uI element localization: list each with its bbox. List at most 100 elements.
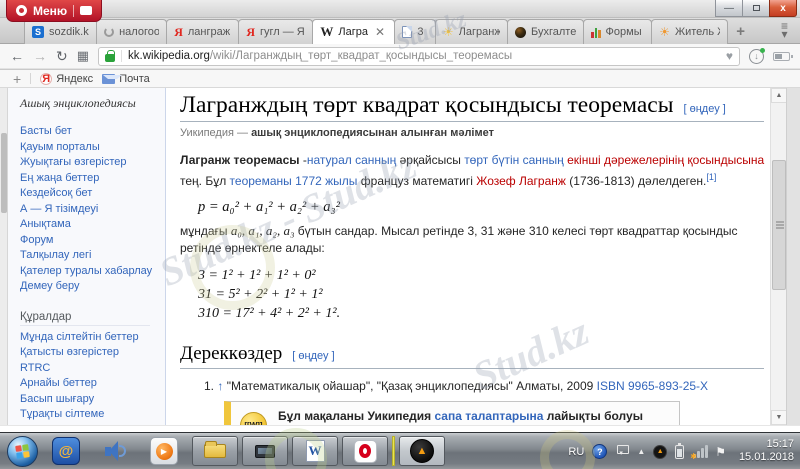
left-scroll-strip[interactable] <box>0 88 8 425</box>
forward-button[interactable]: → <box>33 49 47 63</box>
tab-zhitel[interactable]: ☀ Житель Ж <box>651 19 728 44</box>
add-bookmark-button[interactable]: + <box>13 71 21 87</box>
windows-logo-icon <box>15 444 30 459</box>
sidebar-nav-link[interactable]: А — Я тізімдеуі <box>20 202 161 218</box>
text-segment-suplink[interactable]: [1] <box>706 172 716 182</box>
tab-document-3[interactable]: 3 <box>394 19 436 44</box>
tab-buhgalter[interactable]: Бухгалтер <box>507 19 584 44</box>
sidebar-nav-link[interactable]: Қауым порталы <box>20 140 161 156</box>
sidebar-nav-link[interactable]: Форум <box>20 233 161 249</box>
tab-langraj[interactable]: Я ланграж т <box>166 19 239 44</box>
back-button[interactable]: ← <box>10 49 24 63</box>
tab-close-icon[interactable]: ✕ <box>375 25 385 39</box>
address-bar[interactable]: kk.wikipedia.org/wiki/Лагранждың_төрт_кв… <box>98 47 740 66</box>
clock-time: 15:17 <box>730 438 794 451</box>
url-divider <box>121 50 122 62</box>
wikify-badge-icon: [[W]] <box>240 412 267 426</box>
tab-label: Житель Ж <box>675 26 720 38</box>
tab-formy[interactable]: Формы н <box>583 19 652 44</box>
text-segment-plain: Бұл мақаланы Уикипедия <box>278 409 434 423</box>
tab-label: sozdik.kz <box>49 26 89 38</box>
bookmark-yandex[interactable]: Я Яндекс <box>40 73 93 85</box>
sidebar-nav-link[interactable]: Жуықтағы өзгерістер <box>20 155 161 171</box>
sidebar-tool-link[interactable]: Мұнда сілтейтін беттер <box>20 330 161 346</box>
word-task-button[interactable]: W <box>292 436 338 466</box>
sidebar-nav-link[interactable]: Қателер туралы хабарлау <box>20 264 161 280</box>
battery-saver-icon[interactable] <box>773 52 790 61</box>
sidebar-nav-link[interactable]: Анықтама <box>20 217 161 233</box>
mail-agent-icon[interactable]: @ <box>52 437 80 465</box>
action-center-flag-icon[interactable]: ⚑ <box>715 445 726 459</box>
scroll-down-button[interactable]: ▼ <box>771 410 787 425</box>
aimp-task-button[interactable]: ▲ <box>399 436 445 466</box>
sidebar-nav-link[interactable]: Басты бет <box>20 124 161 140</box>
language-indicator[interactable]: RU <box>568 446 584 458</box>
backlink-arrow[interactable]: ↑ <box>217 379 223 393</box>
text-segment-link[interactable]: теореманы <box>230 174 292 188</box>
scroll-up-button[interactable]: ▲ <box>771 88 787 103</box>
sidebar-nav-link[interactable]: Ең жаңа беттер <box>20 171 161 187</box>
media-player-icon[interactable]: ▶ <box>150 437 178 465</box>
url-text[interactable]: kk.wikipedia.org/wiki/Лагранждың_төрт_кв… <box>128 50 716 62</box>
text-segment-redlink[interactable]: Жозеф Лагранж <box>476 174 566 188</box>
sidebar-tool-link[interactable]: RTRC <box>20 361 161 377</box>
new-tab-button[interactable]: + <box>727 19 754 44</box>
opera-menu-button[interactable]: Меню <box>6 0 102 22</box>
show-hidden-icons[interactable]: ▲ <box>637 447 645 456</box>
bookmark-heart-icon[interactable]: ♥ <box>726 49 733 63</box>
help-tray-icon[interactable]: ? <box>592 444 607 459</box>
page-scrollbar[interactable]: ▲ ▼ <box>770 88 786 425</box>
sidebar-tool-link[interactable]: Басып шығару <box>20 392 161 408</box>
speed-dial-icon[interactable]: ▦ <box>77 48 89 64</box>
minimize-button[interactable]: — <box>715 0 743 17</box>
sidebar-tool-link[interactable]: Қатысты өзгерістер <box>20 345 161 361</box>
article-subtitle: Уикипедия — ашық энциклопедиясынан алынғ… <box>180 127 764 139</box>
reload-button[interactable]: ↻ <box>56 49 68 63</box>
volume-icon[interactable] <box>101 437 129 465</box>
sidebar-tool-link[interactable]: Арнайы беттер <box>20 376 161 392</box>
sidebar-nav-link[interactable]: Кездейсоқ бет <box>20 186 161 202</box>
maximize-button[interactable] <box>742 0 770 17</box>
text-segment-plain: француз математигі <box>357 174 476 188</box>
text-segment-link[interactable]: сапа талаптарына <box>434 409 543 423</box>
network-tray-icon[interactable] <box>692 445 707 459</box>
tab-nalogoob[interactable]: налогооб <box>96 19 167 44</box>
sidebar-nav-link[interactable]: Талқылау легі <box>20 248 161 264</box>
tab-lagrange-active[interactable]: W Лагра ✕ <box>312 19 395 44</box>
taskbar-clock[interactable]: 15:17 15.01.2018 <box>730 438 794 464</box>
sun-favicon: ☀ <box>443 25 454 39</box>
text-segment-redlink[interactable]: екінші дәрежелерінің қосындысына <box>567 153 764 167</box>
aimp-tray-icon[interactable]: ▲ <box>653 445 667 459</box>
tab-lagranzh[interactable]: ☀ Лагранж <box>435 19 508 44</box>
sidebar-tools-header: Құралдар <box>20 311 150 326</box>
text-segment-link[interactable]: төрт бүтін санның <box>464 153 564 167</box>
close-icon: x <box>780 3 786 14</box>
downloads-icon[interactable]: ↓ <box>749 49 764 64</box>
text-segment-link[interactable]: натурал санның <box>307 153 396 167</box>
display-task-button[interactable] <box>242 436 288 466</box>
tab-menu-button[interactable]: ≡▾ <box>781 22 788 38</box>
sidebar-nav-link[interactable]: Демеу беру <box>20 279 161 295</box>
tab-gugl[interactable]: Я гугл — Ян <box>238 19 313 44</box>
edit-section-link[interactable]: [ өңдеу ] <box>292 350 334 362</box>
taskbar: @ ▶ W ▲ RU ? ▲ ▲ ⚑ 15:17 <box>0 432 800 469</box>
opera-task-button[interactable] <box>342 436 388 466</box>
secure-lock-icon[interactable] <box>105 54 115 62</box>
sidebar-tool-link[interactable]: Тұрақты сілтеме <box>20 407 161 423</box>
sozdik-favicon: S <box>32 26 44 38</box>
scrollbar-thumb[interactable] <box>772 160 786 290</box>
left-scroll-thumb[interactable] <box>1 133 7 213</box>
window-titlebar <box>0 0 800 18</box>
text-segment-link[interactable]: 1772 жылы <box>295 174 357 188</box>
bookmark-mail[interactable]: Почта <box>102 73 150 85</box>
isbn-link[interactable]: ISBN 9965-893-25-X <box>597 379 708 393</box>
battery-tray-icon[interactable] <box>675 445 684 459</box>
start-button[interactable] <box>7 436 38 467</box>
edit-section-link[interactable]: [ өңдеу ] <box>684 103 726 115</box>
display-tray-icon[interactable] <box>615 445 629 459</box>
explorer-task-button[interactable] <box>192 436 238 466</box>
tab-sozdik[interactable]: S sozdik.kz <box>24 19 97 44</box>
close-button[interactable]: x <box>769 0 797 17</box>
restore-icon <box>753 5 760 11</box>
example-formulas: 3 = 1² + 1² + 1² + 0²31 = 5² + 2² + 1² +… <box>198 266 764 323</box>
